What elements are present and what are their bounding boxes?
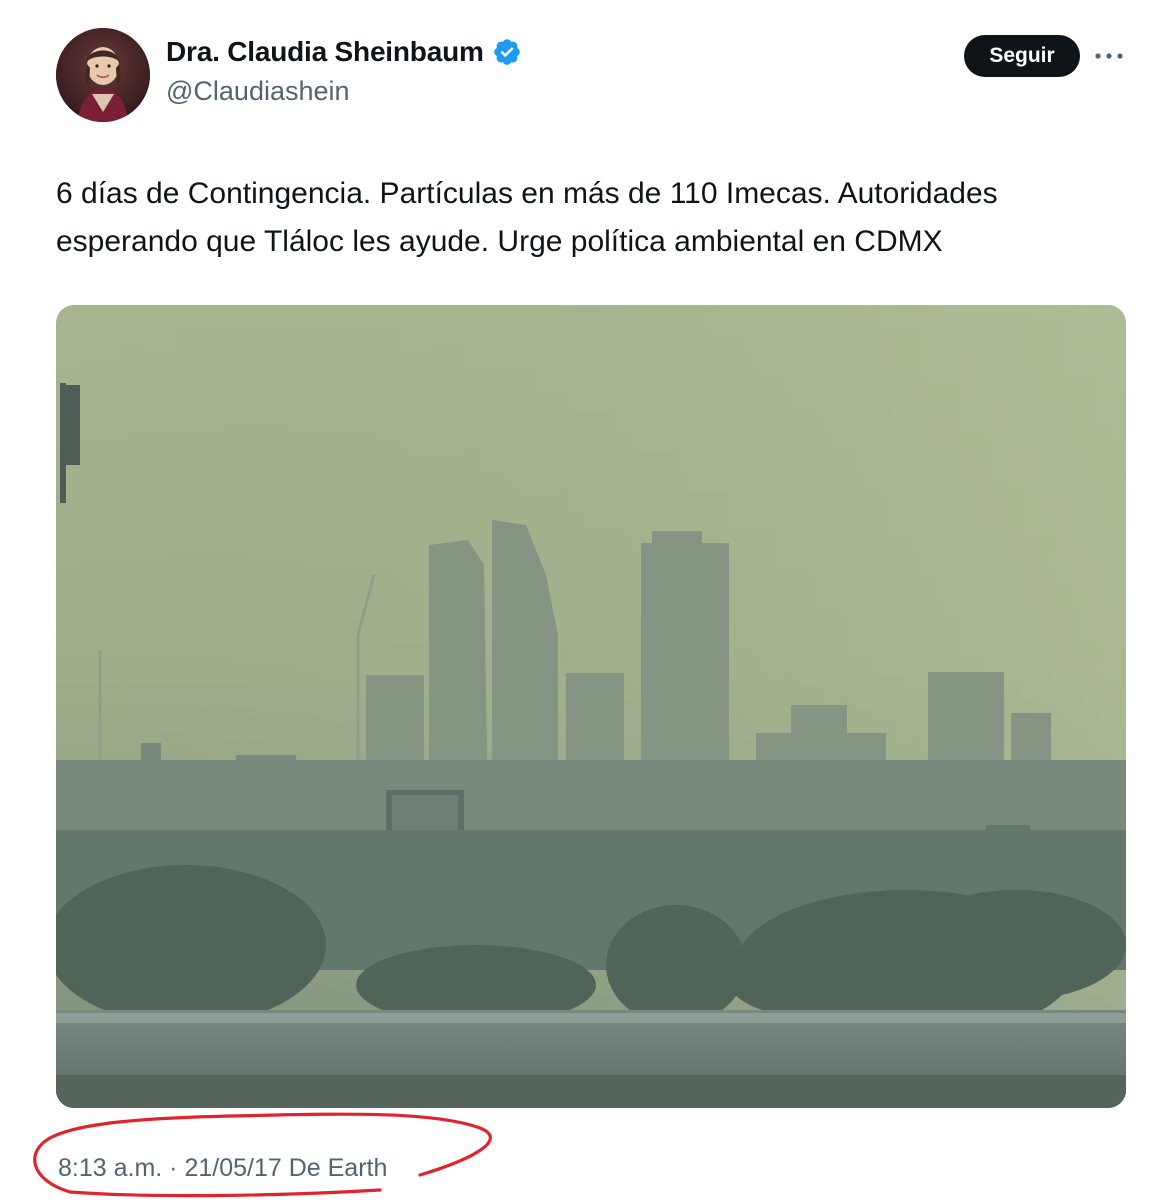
author-name-row[interactable]: Dra. Claudia Sheinbaum [166,36,522,68]
more-options-icon[interactable] [1094,42,1124,70]
tweet-text: 6 días de Contingencia. Partículas en má… [56,177,998,258]
tweet-time[interactable]: 8:13 a.m. [58,1154,162,1182]
meta-separator: · [162,1154,185,1182]
tweet-timestamp[interactable]: 8:13 a.m. · 21/05/17 De Earth [58,1154,387,1183]
verified-badge-icon [492,37,522,67]
follow-button[interactable]: Seguir [964,35,1080,77]
author-handle[interactable]: @Claudiashein [166,76,350,107]
tweet-date[interactable]: 21/05/17 [184,1154,281,1182]
red-circle-annotation [33,1112,492,1198]
avatar[interactable] [56,28,150,122]
tweet-photo[interactable] [56,305,1126,1108]
display-name[interactable]: Dra. Claudia Sheinbaum [166,36,484,68]
tweet-source: De Earth [281,1154,388,1182]
